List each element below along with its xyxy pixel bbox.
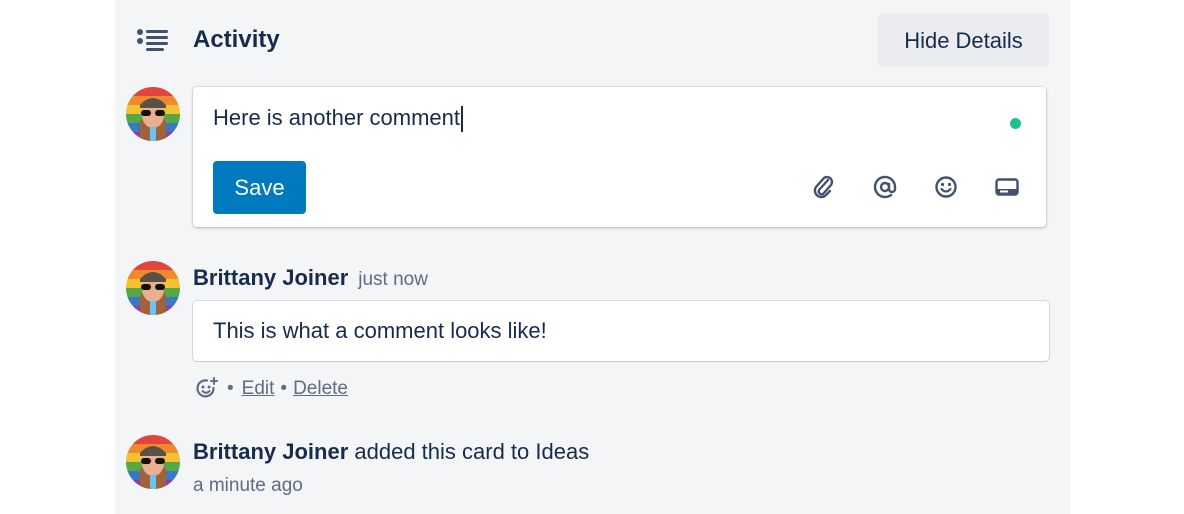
section-title: Activity — [193, 26, 280, 53]
comment-header: Brittany Joiner just now — [193, 263, 428, 295]
activity-author-avatar[interactable] — [126, 435, 180, 489]
edit-link[interactable]: Edit — [242, 375, 275, 403]
comment-editor[interactable]: Here is another comment Save — [193, 87, 1046, 227]
save-button[interactable]: Save — [213, 161, 306, 214]
hide-details-button[interactable]: Hide Details — [878, 14, 1049, 67]
activity-action: added this card to Ideas — [354, 439, 590, 464]
comment-actions: • Edit • Delete — [195, 375, 348, 403]
activity-time[interactable]: a minute ago — [193, 473, 303, 499]
emoji-icon[interactable] — [932, 173, 960, 201]
user-avatar[interactable] — [126, 87, 180, 141]
comment-author[interactable]: Brittany Joiner — [193, 265, 348, 290]
card-icon[interactable] — [993, 173, 1021, 201]
comment-input[interactable]: Here is another comment — [213, 103, 463, 133]
separator: • — [227, 378, 234, 399]
comment-time[interactable]: just now — [358, 269, 428, 290]
delete-link[interactable]: Delete — [293, 375, 348, 403]
text-cursor — [461, 106, 463, 133]
comment-author-avatar[interactable] — [126, 261, 180, 315]
status-indicator — [1010, 118, 1021, 129]
attachment-icon[interactable] — [810, 173, 838, 201]
activity-entry: Brittany Joiner added this card to Ideas — [193, 437, 589, 467]
separator: • — [280, 378, 288, 399]
add-reaction-icon[interactable] — [195, 377, 219, 401]
activity-author[interactable]: Brittany Joiner — [193, 439, 348, 464]
comment-text: This is what a comment looks like! — [213, 318, 547, 343]
comment-body: This is what a comment looks like! — [193, 301, 1049, 361]
activity-list-icon — [137, 29, 168, 51]
mention-icon[interactable] — [871, 173, 899, 201]
